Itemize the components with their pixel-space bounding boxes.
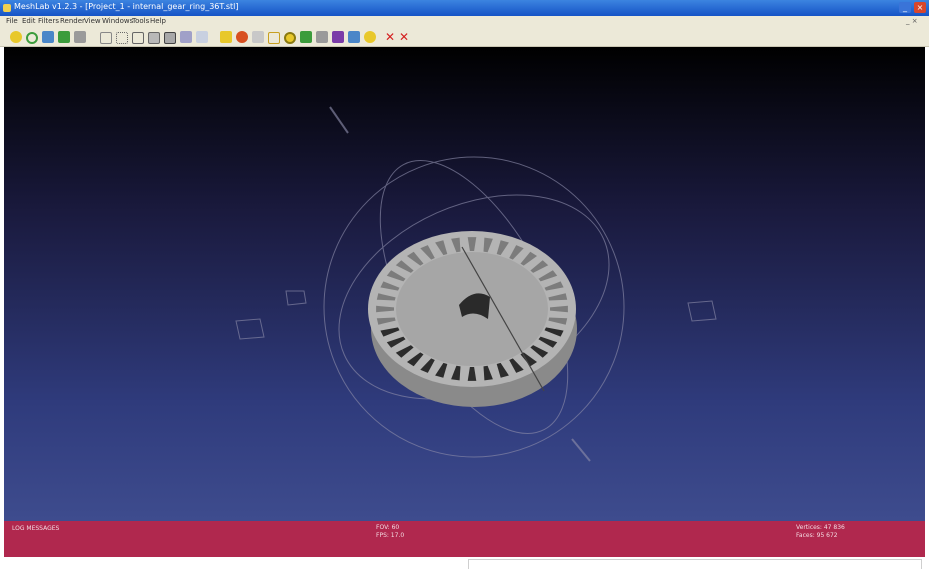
vertices-count: Vertices: 47 836 [796, 524, 845, 531]
log-messages-label: LOG MESSAGES [12, 525, 60, 532]
save-icon[interactable] [42, 31, 54, 43]
hidden-lines-icon[interactable] [148, 32, 160, 44]
app-icon [3, 4, 11, 12]
fps-readout: FPS: 17.0 [376, 532, 405, 539]
paint-icon[interactable] [332, 31, 344, 43]
delete-icon[interactable]: ✕ [384, 31, 396, 43]
wireframe-icon[interactable] [132, 32, 144, 44]
info-bar: LOG MESSAGES FOV: 60 FPS: 17.0 Vertices:… [4, 521, 925, 557]
menu-tools[interactable]: Tools [132, 17, 149, 25]
menu-filters[interactable]: Filters [38, 17, 59, 25]
reload-icon[interactable] [26, 32, 38, 44]
mdi-window-controls[interactable]: _ × [906, 17, 918, 25]
menu-render[interactable]: Render [60, 17, 85, 25]
minimize-button[interactable]: _ [899, 2, 911, 13]
lighting-icon[interactable] [236, 31, 248, 43]
double-side-icon[interactable] [252, 31, 264, 43]
flat-lines-icon[interactable] [164, 32, 176, 44]
gear-model [368, 231, 577, 407]
faces-count: Faces: 95 672 [796, 532, 838, 539]
title-bar: MeshLab v1.2.3 - [Project_1 - internal_g… [0, 0, 929, 16]
select-vertices-icon[interactable] [284, 32, 296, 44]
menu-bar: File Edit Filters Render View Windows To… [0, 16, 929, 28]
measure-icon[interactable] [300, 31, 312, 43]
texture-icon[interactable] [220, 31, 232, 43]
menu-view[interactable]: View [84, 17, 101, 25]
snapshot-icon[interactable] [58, 31, 70, 43]
toolbar: ✕ ✕ [0, 28, 929, 47]
close-button[interactable]: × [914, 2, 926, 13]
axis-marker-top [329, 106, 349, 134]
points-icon[interactable] [116, 32, 128, 44]
axis-marker-bottom [571, 438, 591, 462]
handle-right [687, 300, 717, 322]
window-title: MeshLab v1.2.3 - [Project_1 - internal_g… [14, 2, 239, 11]
bbox-icon[interactable] [100, 32, 112, 44]
menu-edit[interactable]: Edit [22, 17, 36, 25]
align-icon[interactable] [316, 31, 328, 43]
log-panel [4, 557, 464, 568]
flat-icon[interactable] [180, 31, 192, 43]
handle-left [235, 318, 265, 340]
info-icon[interactable] [364, 31, 376, 43]
scene-canvas[interactable] [4, 47, 925, 521]
menu-file[interactable]: File [6, 17, 18, 25]
menu-help[interactable]: Help [150, 17, 166, 25]
rotate-icon[interactable] [348, 31, 360, 43]
delete-vertices-icon[interactable]: ✕ [398, 31, 410, 43]
layers-icon[interactable] [74, 31, 86, 43]
select-faces-icon[interactable] [268, 32, 280, 44]
fov-readout: FOV: 60 [376, 524, 400, 531]
smooth-icon[interactable] [196, 31, 208, 43]
menu-windows[interactable]: Windows [102, 17, 133, 25]
handle-left-inner [285, 290, 307, 306]
3d-viewport[interactable] [4, 47, 925, 521]
open-icon[interactable] [10, 31, 22, 43]
